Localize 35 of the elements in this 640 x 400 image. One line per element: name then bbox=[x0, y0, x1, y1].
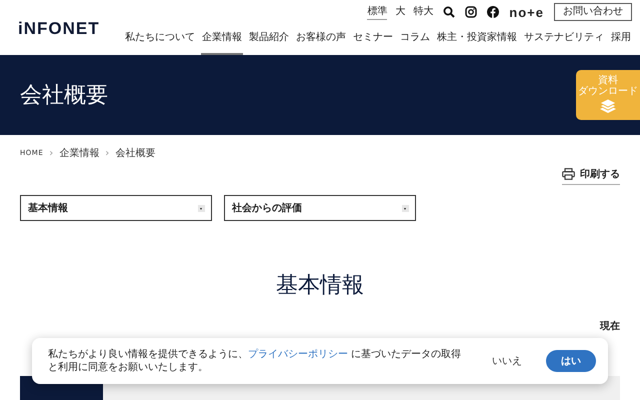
page-title: 会社概要 bbox=[20, 82, 108, 110]
nav-item[interactable]: 株主・投資家情報 bbox=[436, 30, 518, 55]
nav-item[interactable]: お客様の声 bbox=[295, 30, 347, 55]
facebook-icon[interactable] bbox=[487, 6, 500, 18]
book-stack-icon bbox=[598, 98, 618, 114]
decline-button[interactable]: いいえ bbox=[478, 350, 536, 372]
print-link[interactable]: 印刷する bbox=[562, 167, 620, 185]
nav-item[interactable]: 採用 bbox=[610, 30, 632, 55]
search-icon[interactable] bbox=[443, 6, 456, 18]
section-title: 基本情報 bbox=[275, 272, 365, 300]
nav-item[interactable]: サステナビリティ bbox=[523, 30, 605, 55]
nav-item[interactable]: 私たちについて bbox=[124, 30, 196, 55]
instagram-icon[interactable] bbox=[465, 6, 478, 18]
font-size-option[interactable]: 大 bbox=[395, 4, 406, 20]
note-link[interactable]: no+e bbox=[509, 4, 544, 20]
nav-item[interactable]: コラム bbox=[399, 30, 431, 55]
date-note: 現在 bbox=[600, 320, 620, 333]
logo[interactable]: iNFONET bbox=[18, 18, 100, 38]
privacy-policy-link[interactable]: プライバシーポリシー bbox=[248, 349, 348, 360]
font-size-option[interactable]: 標準 bbox=[367, 4, 388, 20]
consent-text: 私たちがより良い情報を提供できるように、プライバシーポリシー に基づいたデータの取得と利用に同意をお願いいたします。 bbox=[48, 348, 462, 374]
contact-button[interactable]: お問い合わせ bbox=[554, 3, 632, 21]
dropdown[interactable]: 基本情報 bbox=[20, 195, 212, 221]
nav-item[interactable]: セミナー bbox=[352, 30, 394, 55]
breadcrumb-separator: › bbox=[49, 148, 54, 158]
breadcrumb-link[interactable]: 会社概要 bbox=[115, 146, 156, 160]
breadcrumb-separator: › bbox=[105, 148, 110, 158]
button-label: ダウンロード bbox=[578, 87, 638, 97]
font-size-option[interactable]: 特大 bbox=[413, 4, 434, 20]
printer-icon bbox=[562, 168, 575, 180]
accept-button[interactable]: はい bbox=[546, 350, 596, 372]
breadcrumb-link[interactable]: 企業情報 bbox=[59, 146, 100, 160]
button-label: 資料 bbox=[598, 76, 618, 86]
nav-item[interactable]: 製品紹介 bbox=[248, 30, 290, 55]
dropdown[interactable]: 社会からの評価 bbox=[224, 195, 416, 221]
